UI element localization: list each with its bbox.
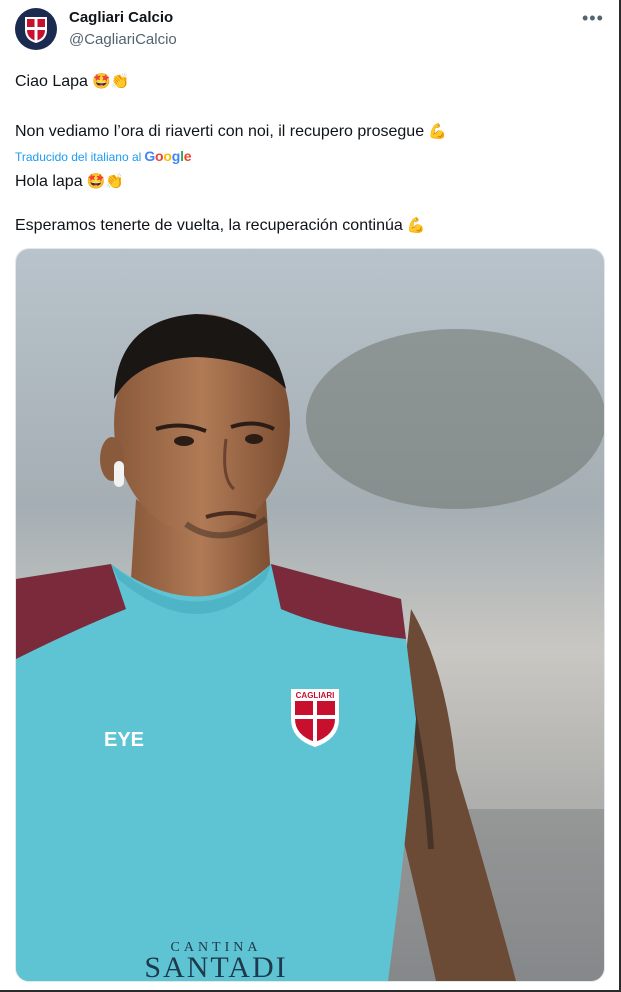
tweet-line-1: Ciao Lapa 🤩👏 (15, 72, 129, 91)
tweet-line-4: Esperamos tenerte de vuelta, la recupera… (15, 216, 425, 235)
tweet-line-3: Hola lapa 🤩👏 (15, 172, 124, 191)
sponsor-bottom-text: SANTADI (144, 951, 287, 981)
tweet-photo[interactable]: CAGLIARI EYE CANTINA SANTADI (15, 248, 605, 982)
shirt-brand-text: EYE (104, 729, 144, 751)
star-eyes-clap-emoji: 🤩👏 (86, 172, 124, 190)
translation-label: Traducido del italiano al (15, 150, 142, 164)
translation-attribution[interactable]: Traducido del italiano al Google (15, 148, 192, 164)
tweet-text-1: Ciao Lapa (15, 73, 88, 90)
google-logo: Google (144, 148, 192, 164)
flexed-biceps-emoji: 💪 (428, 122, 447, 140)
account-name[interactable]: Cagliari Calcio (69, 9, 173, 26)
flexed-biceps-emoji: 💪 (406, 216, 426, 234)
tweet-text-4: Esperamos tenerte de vuelta, la recupera… (15, 217, 403, 234)
account-avatar[interactable] (15, 8, 57, 50)
blurred-trees (306, 329, 604, 509)
tweet-line-2: Non vediamo l’ora di riaverti con noi, i… (15, 122, 447, 141)
crest-text: CAGLIARI (296, 691, 335, 700)
cagliari-crest-icon (25, 17, 47, 43)
earbud (114, 461, 124, 487)
star-eyes-clap-emoji: 🤩👏 (91, 72, 130, 90)
more-options-icon[interactable]: ••• (582, 8, 604, 29)
account-handle[interactable]: @CagliariCalcio (69, 31, 177, 48)
tweet-text-3: Hola lapa (15, 173, 83, 190)
player-photo-illustration: CAGLIARI EYE CANTINA SANTADI (16, 249, 604, 981)
tweet-text-2: Non vediamo l’ora di riaverti con noi, i… (15, 123, 425, 140)
